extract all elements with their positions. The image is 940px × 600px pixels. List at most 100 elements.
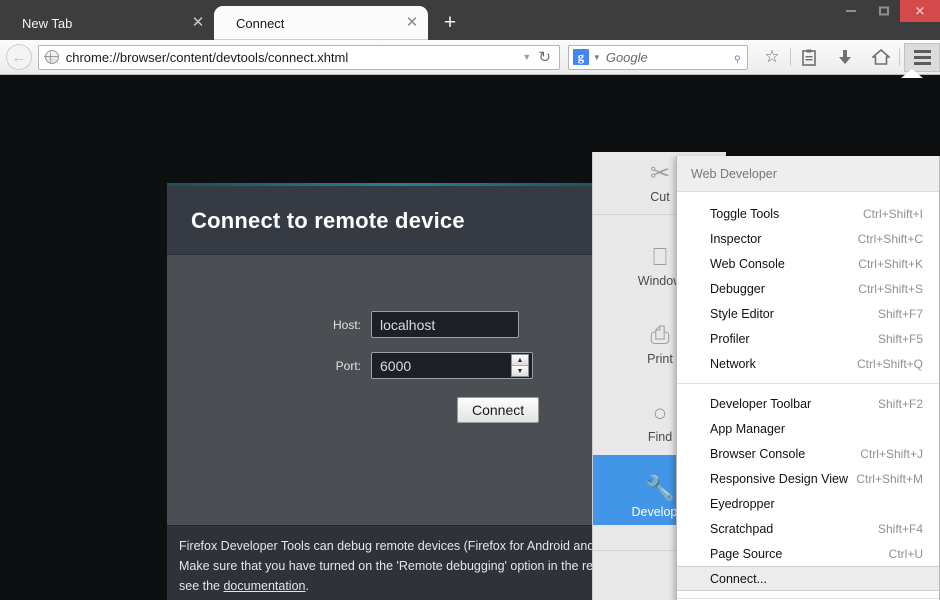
wrench-icon: 🔧 — [645, 475, 675, 502]
maximize-icon — [878, 6, 889, 16]
menu-item-shortcut: Shift+F4 — [877, 521, 923, 536]
scissors-icon: ✂ — [649, 160, 671, 187]
hamburger-menu-button[interactable] — [904, 42, 940, 72]
stepper-up-icon[interactable]: ▲ — [512, 355, 528, 365]
bookmark-star-icon[interactable]: ☆ — [754, 42, 790, 72]
menu-item-shortcut: Ctrl+Shift+K — [858, 256, 923, 271]
quantity-stepper[interactable]: ▲ ▼ — [511, 354, 529, 377]
menu-item-shortcut: Ctrl+Shift+M — [856, 471, 923, 486]
host-label: Host: — [332, 317, 361, 332]
divider — [677, 598, 939, 599]
stepper-down-icon[interactable]: ▼ — [512, 365, 528, 376]
menu-item-label: Browser Console — [710, 446, 806, 461]
chevron-down-icon[interactable]: ▼ — [515, 52, 538, 62]
menu-item-app-manager[interactable]: App Manager — [677, 416, 939, 441]
chevron-down-icon[interactable]: ▼ — [593, 53, 601, 62]
documentation-link[interactable]: documentation — [223, 579, 305, 593]
host-input[interactable]: localhost — [371, 311, 519, 338]
menu-item-label: Connect... — [710, 571, 767, 586]
menu-item-profiler[interactable]: Profiler Shift+F5 — [677, 326, 939, 351]
minimize-button[interactable] — [834, 0, 867, 22]
menu-item-responsive-design-view[interactable]: Responsive Design View Ctrl+Shift+M — [677, 466, 939, 491]
back-arrow-icon: ← — [11, 48, 27, 66]
menu-item-label: Eyedropper — [710, 496, 775, 511]
port-value: 6000 — [380, 357, 412, 374]
new-tab-button[interactable]: + — [438, 12, 462, 36]
menu-item-label: App Manager — [710, 421, 786, 436]
close-icon[interactable]: ✕ — [404, 15, 420, 31]
minimize-icon — [845, 10, 856, 12]
menu-item-label: Page Source — [710, 546, 783, 561]
close-icon: ✕ — [914, 3, 926, 19]
menu-item-debugger[interactable]: Debugger Ctrl+Shift+S — [677, 276, 939, 301]
menu-item-style-editor[interactable]: Style Editor Shift+F7 — [677, 301, 939, 326]
menu-item-connect[interactable]: Connect... — [677, 566, 939, 591]
panel-item-label: Print — [647, 352, 673, 366]
tab-new-tab[interactable]: New Tab ✕ — [0, 6, 214, 40]
tab-connect[interactable]: Connect ✕ — [214, 6, 428, 40]
window-icon: ⎕ — [652, 244, 668, 271]
close-icon[interactable]: ✕ — [190, 15, 206, 31]
navigation-toolbar: ← chrome://browser/content/devtools/conn… — [0, 40, 940, 75]
maximize-button[interactable] — [867, 0, 900, 22]
google-icon: g — [572, 49, 589, 65]
menu-item-inspector[interactable]: Inspector Ctrl+Shift+C — [677, 226, 939, 251]
menu-item-shortcut: Ctrl+Shift+J — [860, 446, 923, 461]
browser-window: New Tab ✕ Connect ✕ + ✕ ← chrome://brows… — [0, 0, 940, 600]
menu-pointer-arrow — [901, 69, 923, 78]
close-window-button[interactable]: ✕ — [900, 0, 940, 22]
menu-item-label: Style Editor — [710, 306, 774, 321]
port-label: Port: — [335, 358, 361, 373]
menu-item-eyedropper[interactable]: Eyedropper — [677, 491, 939, 516]
menu-item-shortcut: Ctrl+U — [888, 546, 923, 561]
tab-bar: New Tab ✕ Connect ✕ + ✕ — [0, 0, 940, 40]
menu-item-label: Toggle Tools — [710, 206, 780, 221]
panel-item-label: Cut — [650, 190, 670, 204]
connect-button[interactable]: Connect — [457, 397, 540, 423]
menu-item-browser-console[interactable]: Browser Console Ctrl+Shift+J — [677, 441, 939, 466]
menu-item-shortcut: Ctrl+Shift+S — [858, 281, 923, 296]
menu-item-network[interactable]: Network Ctrl+Shift+Q — [677, 351, 939, 376]
panel-item-label: Find — [647, 430, 673, 444]
menu-item-shortcut: Shift+F5 — [877, 331, 923, 346]
port-input[interactable]: 6000 ▲ ▼ — [371, 352, 533, 379]
find-icon: ○ — [652, 400, 668, 427]
globe-icon — [44, 49, 59, 64]
search-input[interactable]: Google — [606, 50, 733, 65]
menu-item-developer-toolbar[interactable]: Developer Toolbar Shift+F2 — [677, 391, 939, 416]
tab-title: New Tab — [22, 15, 73, 31]
search-bar[interactable]: g ▼ Google ⌕ — [567, 44, 749, 70]
menu-item-toggle-tools[interactable]: Toggle Tools Ctrl+Shift+I — [677, 201, 939, 226]
page-content: Connect to remote device Host: localhost… — [0, 76, 940, 600]
web-developer-submenu: Web Developer Toggle Tools Ctrl+Shift+I … — [676, 156, 940, 600]
back-button[interactable]: ← — [6, 44, 32, 70]
reload-icon[interactable]: ↻ — [538, 48, 557, 66]
menu-item-shortcut: Shift+F2 — [877, 396, 923, 411]
toolbar-icons: ☆ — [754, 42, 940, 72]
menu-item-scratchpad[interactable]: Scratchpad Shift+F4 — [677, 516, 939, 541]
menu-item-label: Inspector — [710, 231, 762, 246]
reading-list-icon[interactable] — [791, 42, 827, 72]
menu-item-shortcut: Shift+F7 — [877, 306, 923, 321]
window-controls: ✕ — [834, 0, 940, 22]
menu-item-label: Developer Toolbar — [710, 396, 812, 411]
footer-text-pre: see the — [179, 578, 224, 593]
menu-item-shortcut: Ctrl+Shift+C — [857, 231, 923, 246]
menu-item-shortcut: Ctrl+Shift+I — [862, 206, 923, 221]
divider — [899, 48, 901, 66]
menu-item-shortcut: Ctrl+Shift+Q — [856, 356, 923, 371]
home-icon[interactable] — [863, 42, 899, 72]
submenu-header: Web Developer — [677, 156, 939, 192]
menu-item-web-console[interactable]: Web Console Ctrl+Shift+K — [677, 251, 939, 276]
url-text: chrome://browser/content/devtools/connec… — [65, 49, 349, 65]
tab-strip: New Tab ✕ Connect ✕ — [0, 6, 428, 40]
menu-item-label: Web Console — [710, 256, 785, 271]
footer-text-post: . — [305, 578, 309, 593]
menu-item-page-source[interactable]: Page Source Ctrl+U — [677, 541, 939, 566]
menu-item-label: Responsive Design View — [710, 471, 849, 486]
address-bar[interactable]: chrome://browser/content/devtools/connec… — [37, 44, 560, 70]
downloads-icon[interactable] — [827, 42, 863, 72]
submenu-group-2: Developer Toolbar Shift+F2 App Manager B… — [677, 391, 939, 591]
divider — [677, 383, 939, 384]
tab-title: Connect — [236, 15, 285, 31]
